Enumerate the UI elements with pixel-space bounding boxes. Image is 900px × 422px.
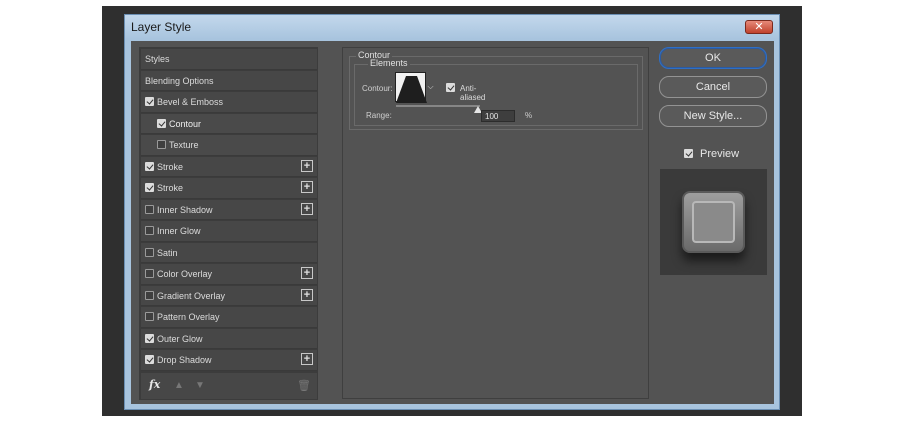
style-item-label: Blending Options xyxy=(145,75,214,86)
style-item-checkbox[interactable] xyxy=(145,226,154,235)
style-item-label: Stroke xyxy=(157,183,184,193)
range-input[interactable]: 100 xyxy=(481,110,515,122)
style-item-stroke[interactable]: Stroke + xyxy=(141,178,317,199)
move-up-icon[interactable]: ▲ xyxy=(174,380,184,391)
style-item-bevel-emboss[interactable]: Bevel & Emboss xyxy=(141,92,317,113)
contour-thumbnail[interactable] xyxy=(395,72,427,103)
range-slider[interactable] xyxy=(396,105,480,107)
style-item-inner-glow[interactable]: Inner Glow xyxy=(141,221,317,242)
chevron-down-icon[interactable]: ⌵ xyxy=(426,72,435,102)
style-item-checkbox[interactable] xyxy=(145,290,154,300)
style-preview xyxy=(660,169,767,275)
style-item-outer-glow[interactable]: Outer Glow xyxy=(141,328,317,349)
preview-label: Preview xyxy=(700,148,740,160)
add-effect-icon[interactable]: + xyxy=(301,288,313,301)
style-item-checkbox[interactable] xyxy=(157,118,166,128)
style-item-inner-shadow[interactable]: Inner Shadow + xyxy=(141,199,317,220)
style-item-label: Gradient Overlay xyxy=(157,290,226,301)
preview-checkbox[interactable] xyxy=(684,149,693,158)
style-item-label: Inner Shadow xyxy=(157,204,213,215)
style-item-drop-shadow[interactable]: Drop Shadow + xyxy=(141,350,317,371)
style-item-label: Drop Shadow xyxy=(157,355,212,365)
style-item-checkbox[interactable] xyxy=(145,204,154,214)
style-item-checkbox[interactable] xyxy=(145,312,154,321)
style-item-pattern-overlay[interactable]: Pattern Overlay xyxy=(141,307,317,328)
style-item-blending-options[interactable]: Blending Options xyxy=(141,70,317,91)
move-down-icon[interactable]: ▼ xyxy=(195,380,205,391)
style-item-checkbox[interactable] xyxy=(145,355,154,364)
add-effect-icon[interactable]: + xyxy=(301,202,313,215)
style-item-label: Pattern Overlay xyxy=(157,312,220,322)
style-item-checkbox[interactable] xyxy=(145,333,154,343)
dialog-client-area: Styles Blending Options Bevel & Emboss Cont… xyxy=(131,41,774,404)
range-label: Range: xyxy=(366,111,392,120)
style-item-label: Satin xyxy=(157,247,178,258)
window-title: Layer Style xyxy=(131,20,192,34)
ok-button[interactable]: OK xyxy=(659,47,767,69)
preview-thumbnail xyxy=(682,191,745,253)
style-item-texture[interactable]: Texture xyxy=(141,135,317,156)
elements-group-title: Elements xyxy=(368,58,410,68)
add-effect-icon[interactable]: + xyxy=(301,267,313,279)
contour-label: Contour: xyxy=(362,84,393,93)
anti-aliased-checkbox[interactable] xyxy=(446,83,455,92)
style-item-label: Bevel & Emboss xyxy=(157,97,224,107)
style-item-gradient-overlay[interactable]: Gradient Overlay + xyxy=(141,285,317,306)
style-item-checkbox[interactable] xyxy=(145,269,154,278)
add-effect-icon[interactable]: + xyxy=(301,159,313,172)
style-item-satin[interactable]: Satin xyxy=(141,242,317,263)
range-unit: % xyxy=(525,111,533,120)
title-bar[interactable]: Layer Style ✕ xyxy=(125,15,779,39)
contour-curve-icon xyxy=(396,76,427,103)
style-item-checkbox[interactable] xyxy=(145,161,154,171)
style-item-label: Contour xyxy=(169,118,202,129)
trash-icon[interactable]: 🗑 xyxy=(297,379,311,392)
preview-thumbnail-inner xyxy=(692,201,735,243)
cancel-button[interactable]: Cancel xyxy=(659,76,767,98)
style-item-color-overlay[interactable]: Color Overlay + xyxy=(141,264,317,285)
style-item-label: Color Overlay xyxy=(157,269,213,279)
close-button[interactable]: ✕ xyxy=(745,20,773,34)
new-style-button[interactable]: New Style... xyxy=(659,105,767,127)
style-item-checkbox[interactable] xyxy=(145,97,154,106)
style-item-checkbox[interactable] xyxy=(145,247,154,257)
style-item-stroke[interactable]: Stroke + xyxy=(141,156,317,177)
style-item-checkbox[interactable] xyxy=(145,183,154,192)
anti-aliased-label: Anti-aliased xyxy=(460,84,486,102)
style-item-label: Outer Glow xyxy=(157,333,203,344)
styles-list-footer: fx ▲ ▼ 🗑 xyxy=(141,373,317,399)
add-effect-icon[interactable]: + xyxy=(301,353,313,365)
style-item-label: Stroke xyxy=(157,161,184,172)
style-item-label: Styles xyxy=(145,54,170,64)
style-item-checkbox[interactable] xyxy=(157,140,166,149)
style-item-label: Inner Glow xyxy=(157,226,201,236)
close-icon: ✕ xyxy=(754,21,764,33)
style-item-label: Texture xyxy=(169,140,199,150)
add-effect-icon[interactable]: + xyxy=(301,181,313,193)
contour-panel: Contour Elements Contour: ⌵ Anti-aliased… xyxy=(342,47,649,399)
style-item-styles[interactable]: Styles xyxy=(141,49,317,70)
style-item-contour[interactable]: Contour xyxy=(141,113,317,134)
layer-style-dialog: Layer Style ✕ Styles Blending Options Beve… xyxy=(124,14,780,410)
styles-list: Styles Blending Options Bevel & Emboss Cont… xyxy=(139,47,318,400)
fx-icon[interactable]: fx xyxy=(149,378,160,391)
